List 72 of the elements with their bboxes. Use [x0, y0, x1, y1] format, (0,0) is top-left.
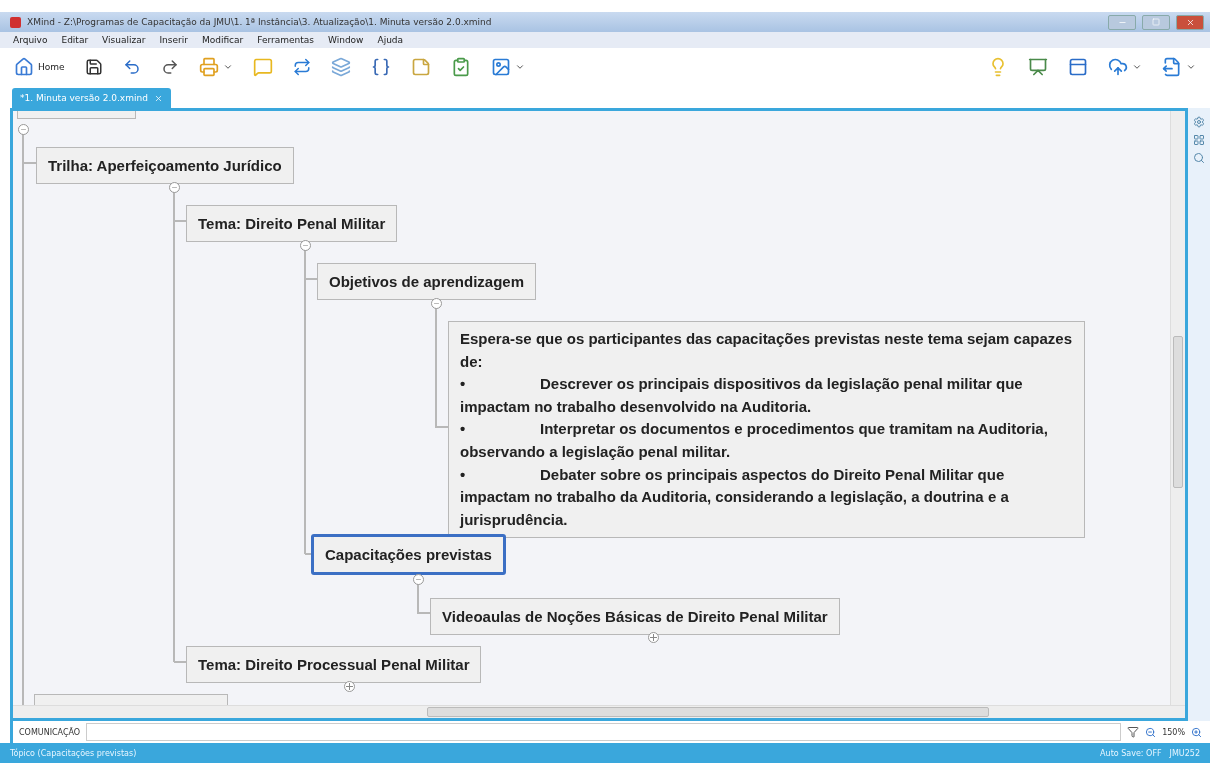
status-text: Tópico (Capacitações previstas) — [10, 748, 137, 758]
redo-icon[interactable] — [160, 58, 179, 76]
close-button[interactable] — [1176, 14, 1204, 30]
window-icon[interactable] — [1068, 57, 1088, 77]
filter-label: COMUNICAÇÃO — [19, 727, 81, 737]
menu-item[interactable]: Modificar — [201, 35, 244, 45]
filter-icon[interactable] — [1127, 726, 1140, 738]
image-icon[interactable] — [490, 57, 525, 77]
repeat-icon[interactable] — [292, 58, 311, 76]
topic-node[interactable]: Capacitações previstas — [311, 534, 506, 575]
menu-item[interactable]: Visualizar — [102, 35, 146, 45]
collapse-toggle[interactable] — [431, 298, 442, 309]
restore-button[interactable] — [1142, 14, 1170, 30]
note-text: • Interpretar os documentos e procedimentos que tramitam na Auditoria, observando a legislação penal militar. — [460, 419, 1049, 462]
auto-save-status: Auto Save: OFF — [1100, 748, 1162, 758]
home-button[interactable]: Home — [14, 57, 65, 77]
collapse-toggle[interactable] — [169, 182, 180, 193]
collapse-toggle[interactable] — [648, 632, 659, 643]
grid-icon[interactable] — [1193, 134, 1205, 146]
settings-icon[interactable] — [1193, 116, 1205, 128]
minus-icon — [302, 242, 309, 249]
plus-icon — [346, 683, 353, 690]
window-title: XMind - Z:\Programas de Capacitação da JMU\1. 1ª Instância\3. Atualização\1. Minuta versão 2.0.xmind — [27, 17, 493, 27]
minimize-button[interactable] — [1108, 14, 1136, 30]
minus-icon — [415, 576, 422, 583]
layers-icon[interactable] — [330, 57, 351, 77]
collapse-toggle[interactable] — [18, 124, 29, 135]
collapse-toggle[interactable] — [413, 574, 424, 585]
save-icon[interactable] — [84, 58, 103, 76]
topic-node[interactable]: Objetivos de aprendizagem — [317, 263, 537, 300]
cloud-upload-icon[interactable] — [1108, 57, 1142, 77]
close-icon[interactable] — [153, 93, 163, 103]
menu-item[interactable]: Editar — [61, 35, 89, 45]
search-icon[interactable] — [1193, 152, 1205, 164]
note-node[interactable] — [448, 321, 1085, 539]
sticky-note-icon[interactable] — [410, 57, 431, 77]
close-icon — [1185, 17, 1195, 27]
menu-item[interactable]: Ajuda — [377, 35, 404, 45]
horizontal-scrollbar[interactable] — [13, 705, 1185, 718]
zoom-in-icon[interactable] — [1191, 726, 1202, 738]
presentation-icon[interactable] — [1028, 57, 1048, 77]
note-text: • Descrever os principais dispositivos da legislação penal militar que impactam no trabalho desenvolvido na Auditoria. — [460, 374, 1024, 417]
home-icon — [14, 57, 34, 77]
topic-node[interactable]: Videoaulas de Noções Básicas de Direito Penal Militar — [430, 598, 840, 635]
export-icon[interactable] — [1162, 57, 1196, 77]
connector-line — [417, 583, 431, 614]
app-icon — [10, 16, 21, 28]
minus-icon — [433, 300, 440, 307]
note-text: • Debater sobre os principais aspectos do Direito Penal Militar que impactam no trabalho da Auditoria, considerando a legislação, a doutrina e a jurisprudência. — [460, 464, 1010, 530]
collapse-toggle[interactable] — [344, 681, 355, 692]
printer-icon[interactable] — [198, 57, 233, 77]
topic-node[interactable]: Tema: Direito Processual Penal Militar — [186, 646, 482, 683]
collapse-toggle[interactable] — [300, 240, 311, 251]
topic-node[interactable]: Trilha: Aperfeiçoamento Jurídico — [36, 147, 294, 184]
filter-field[interactable] — [86, 723, 1122, 741]
restore-icon — [1152, 18, 1160, 26]
minus-icon — [171, 184, 178, 191]
menu-item[interactable]: Arquivo — [13, 35, 48, 45]
menu-item[interactable]: Inserir — [159, 35, 188, 45]
zoom-level: 150% — [1162, 727, 1185, 737]
plus-icon — [650, 634, 657, 641]
vertical-scrollbar[interactable] — [1170, 111, 1185, 705]
user-name: JMU252 — [1169, 748, 1200, 758]
note-text: Espera-se que os participantes das capacitações previstas neste tema sejam capazes de: — [460, 329, 1073, 372]
menu-item[interactable]: Ferramentas — [257, 35, 314, 45]
menu-item[interactable]: Window — [328, 35, 364, 45]
braces-icon[interactable] — [370, 57, 391, 77]
speech-bubble-icon[interactable] — [252, 57, 273, 77]
zoom-out-icon[interactable] — [1145, 726, 1157, 738]
minus-icon — [20, 126, 27, 133]
undo-icon[interactable] — [122, 58, 141, 76]
topic-node[interactable]: Tema: Direito Penal Militar — [186, 205, 398, 242]
